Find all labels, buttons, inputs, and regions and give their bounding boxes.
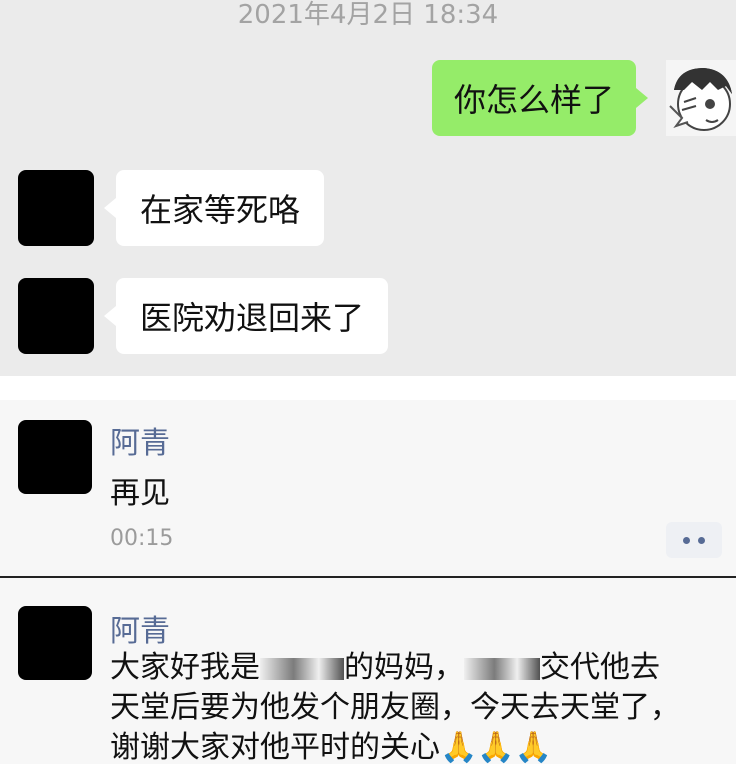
incoming-message-bubble[interactable]: 在家等死咯 (103, 170, 325, 246)
comment-text: 大家好我是 的妈妈， 交代他去 天堂后要为他发个朋友圈，今天去天堂了， 谢谢大家对他… (110, 648, 730, 768)
redacted-name (260, 657, 344, 680)
comment-line: 大家好我是 的妈妈， 交代他去 (110, 650, 660, 685)
dot-icon (683, 536, 690, 544)
dot-icon (698, 536, 705, 544)
comment-card: 阿青 再见 00:15 (0, 400, 736, 576)
commenter-avatar[interactable] (18, 420, 92, 494)
message-text: 医院劝退回来了 (140, 299, 365, 337)
commenter-name[interactable]: 阿青 (110, 418, 170, 462)
chat-history: 2021年4月2日 18:34 你怎么样了 在家等死咯 医院劝退回来了 (0, 0, 736, 376)
contact-avatar[interactable] (18, 278, 94, 354)
praying-hands-icon: 🙏🙏🙏 (440, 730, 553, 765)
message-text: 在家等死咯 (140, 191, 301, 229)
contact-avatar[interactable] (18, 170, 94, 246)
more-options-button[interactable] (666, 522, 722, 558)
comment-time: 00:15 (110, 526, 174, 551)
comment-text: 再见 (110, 476, 170, 511)
incoming-message-bubble[interactable]: 医院劝退回来了 (103, 278, 389, 354)
comment-line: 天堂后要为他发个朋友圈，今天去天堂了， (110, 690, 680, 725)
commenter-avatar[interactable] (18, 606, 92, 680)
cartoon-avatar-icon (669, 68, 732, 131)
outgoing-message-bubble[interactable]: 你怎么样了 (431, 60, 649, 136)
my-avatar[interactable] (666, 60, 736, 136)
redacted-name (464, 657, 540, 680)
chat-timestamp: 2021年4月2日 18:34 (237, 0, 499, 30)
message-text: 你怎么样了 (453, 81, 614, 119)
commenter-name[interactable]: 阿青 (110, 606, 170, 650)
comment-line: 谢谢大家对他平时的关心🙏🙏🙏 (110, 730, 553, 765)
